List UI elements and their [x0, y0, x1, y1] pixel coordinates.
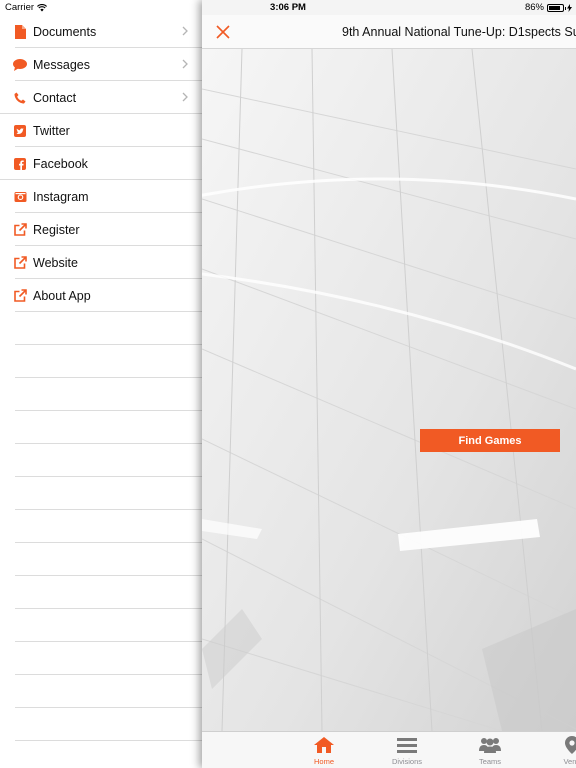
menu-item-label: Contact — [33, 90, 77, 105]
menu-item-label: About App — [33, 288, 91, 303]
home-icon — [313, 735, 335, 755]
people-icon — [479, 735, 501, 755]
charging-bolt-icon — [567, 3, 572, 12]
chevron-right-icon — [182, 92, 188, 102]
tab-venues[interactable]: Venu — [542, 735, 576, 768]
empty-menu-row — [0, 345, 202, 378]
facebook-icon — [13, 157, 27, 171]
menu-item-label: Facebook — [33, 156, 88, 171]
menu-item-twitter[interactable]: Twitter — [0, 114, 202, 147]
tab-label: Teams — [478, 757, 502, 766]
menu-item-website[interactable]: Website — [0, 246, 202, 279]
battery-tip — [564, 6, 566, 10]
menu-item-label: Messages — [33, 57, 90, 72]
basketball-court-background — [202, 49, 576, 731]
court-floor-image — [202, 49, 576, 731]
menu-item-documents[interactable]: Documents — [0, 15, 202, 48]
empty-menu-row — [0, 444, 202, 477]
empty-menu-row — [0, 609, 202, 642]
empty-menu-row — [0, 642, 202, 675]
location-pin-icon — [561, 735, 576, 755]
battery-fill — [549, 5, 561, 10]
empty-menu-row — [0, 378, 202, 411]
find-games-button[interactable]: Find Games — [420, 429, 560, 452]
empty-menu-row — [0, 675, 202, 708]
empty-menu-row — [0, 411, 202, 444]
battery-indicator: 86% — [525, 2, 572, 13]
empty-menu-row — [0, 543, 202, 576]
empty-menu-row — [0, 477, 202, 510]
menu-item-register[interactable]: Register — [0, 213, 202, 246]
twitter-icon — [13, 124, 27, 138]
menu-item-about-app[interactable]: About App — [0, 279, 202, 312]
battery-percent: 86% — [524, 2, 544, 13]
app-screen: Carrier 3:06 PM 86% Documents Messages C… — [0, 0, 576, 768]
battery-icon — [547, 3, 566, 12]
phone-icon — [13, 91, 27, 105]
main-panel: 9th Annual National Tune-Up: D1spects Su… — [202, 0, 576, 768]
menu-item-messages[interactable]: Messages — [0, 48, 202, 81]
menu-item-label: Documents — [33, 24, 97, 39]
status-bar: Carrier 3:06 PM 86% — [0, 0, 576, 15]
menu-item-label: Register — [33, 222, 80, 237]
chevron-right-icon — [182, 59, 188, 69]
instagram-icon — [13, 190, 27, 204]
menu-item-instagram[interactable]: Instagram — [0, 180, 202, 213]
empty-menu-row — [0, 312, 202, 345]
page-title: 9th Annual National Tune-Up: D1spects Su… — [342, 25, 576, 39]
external-link-icon — [13, 289, 27, 303]
menu-item-facebook[interactable]: Facebook — [0, 147, 202, 180]
close-icon[interactable] — [215, 24, 231, 40]
external-link-icon — [13, 223, 27, 237]
list-icon — [396, 735, 418, 755]
external-link-icon — [13, 256, 27, 270]
empty-menu-row — [0, 510, 202, 543]
chevron-right-icon — [182, 26, 188, 36]
tab-home[interactable]: Home — [294, 735, 354, 768]
menu-item-label: Website — [33, 255, 78, 270]
tab-label: Divisions — [391, 757, 422, 766]
navigation-bar: 9th Annual National Tune-Up: D1spects Su… — [202, 15, 576, 49]
tab-label: Home — [313, 757, 334, 766]
speech-bubble-icon — [13, 58, 27, 72]
empty-menu-row — [0, 708, 202, 741]
document-icon — [13, 24, 27, 39]
menu-item-contact[interactable]: Contact — [0, 81, 202, 114]
tab-divisions[interactable]: Divisions — [377, 735, 437, 768]
menu-item-label: Twitter — [33, 123, 70, 138]
menu-item-label: Instagram — [33, 189, 89, 204]
tab-bar: Home Divisions Teams Venu — [202, 731, 576, 768]
tab-label: Venu — [563, 757, 576, 766]
tab-teams[interactable]: Teams — [460, 735, 520, 768]
empty-menu-row — [0, 576, 202, 609]
status-time: 3:06 PM — [270, 2, 306, 13]
side-menu: Documents Messages Contact Twitter Faceb… — [0, 15, 202, 768]
